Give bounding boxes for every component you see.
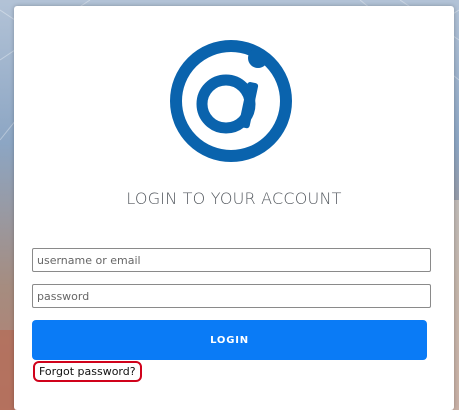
forgot-password-link[interactable]: Forgot password? bbox=[33, 361, 142, 382]
login-button[interactable]: LOGIN bbox=[32, 320, 427, 360]
password-input[interactable] bbox=[32, 284, 431, 308]
at-sign-logo-icon bbox=[170, 40, 292, 162]
page-title: LOGIN TO YOUR ACCOUNT bbox=[126, 189, 342, 208]
username-input[interactable] bbox=[32, 248, 431, 272]
login-card: LOGIN TO YOUR ACCOUNT LOGIN Forgot passw… bbox=[14, 6, 454, 410]
